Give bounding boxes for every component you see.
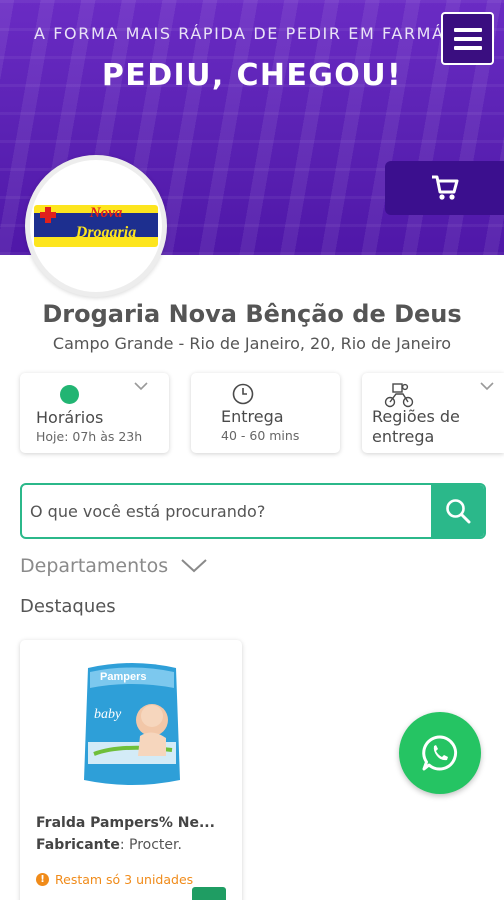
hours-card[interactable]: Horários Hoje: 07h às 23h	[20, 373, 169, 453]
delivery-bike-icon	[384, 383, 414, 408]
search-bar	[20, 483, 486, 539]
product-name: Fralda Pampers% Ne...	[36, 815, 215, 831]
stock-text: Restam só 3 unidades	[55, 872, 194, 887]
highlights-title: Destaques	[20, 596, 116, 617]
product-maker-value: : Procter.	[119, 837, 182, 853]
delivery-subtitle: 40 - 60 mins	[221, 428, 300, 443]
regions-title-line-1: Regiões de	[372, 407, 460, 426]
add-to-cart-button[interactable]	[192, 887, 226, 900]
logo-mark: Nova Drogaria	[34, 205, 158, 247]
delivery-card[interactable]: Entrega 40 - 60 mins	[191, 373, 340, 453]
pack-text: baby	[94, 707, 122, 722]
product-maker-label: Fabricante	[36, 837, 120, 853]
regions-title-line-2: entrega	[372, 427, 435, 446]
pack-brand: Pampers	[100, 671, 146, 683]
departments-label: Departamentos	[20, 555, 169, 577]
whatsapp-icon	[422, 735, 458, 771]
logo-line-2: Drogaria	[75, 224, 137, 241]
chevron-down-icon	[480, 382, 494, 391]
cart-button[interactable]	[385, 161, 504, 215]
delivery-regions-card[interactable]: Regiões de entrega	[362, 373, 504, 453]
search-icon	[445, 499, 470, 524]
whatsapp-button[interactable]	[399, 712, 481, 794]
product-maker: Fabricante: Procter.	[36, 837, 182, 853]
logo-line-1: Nova	[89, 205, 123, 221]
pharmacy-cross-icon	[40, 207, 56, 223]
store-name: Drogaria Nova Bênção de Deus	[42, 300, 462, 328]
store-logo: Nova Drogaria	[25, 155, 167, 297]
hamburger-menu-icon	[453, 27, 482, 50]
search-button[interactable]	[431, 485, 484, 537]
open-status-indicator	[60, 385, 79, 404]
hero-tagline: A FORMA MAIS RÁPIDA DE PEDIR EM FARMÁCIA	[34, 24, 454, 43]
logo-text: Nova Drogaria	[58, 205, 154, 241]
departments-dropdown[interactable]: Departamentos	[20, 555, 208, 577]
stock-warning: ! Restam só 3 unidades	[36, 872, 193, 887]
store-address: Campo Grande - Rio de Janeiro, 20, Rio d…	[52, 334, 452, 353]
clock-icon	[232, 383, 254, 405]
delivery-title: Entrega	[221, 407, 284, 426]
chevron-down-icon	[134, 382, 148, 391]
search-input[interactable]	[22, 485, 433, 537]
shopping-cart-icon	[431, 175, 458, 200]
menu-button[interactable]	[441, 12, 494, 65]
product-card[interactable]: Pampers baby Fralda Pampers% Ne... Fabri…	[20, 640, 242, 900]
product-image: Pampers baby	[84, 663, 180, 785]
hours-title: Horários	[36, 408, 104, 427]
hero-headline: PEDIU, CHEGOU!	[101, 58, 403, 93]
hours-subtitle: Hoje: 07h às 23h	[36, 429, 143, 444]
alert-circle-icon: !	[36, 873, 49, 886]
chevron-down-icon	[181, 559, 207, 573]
